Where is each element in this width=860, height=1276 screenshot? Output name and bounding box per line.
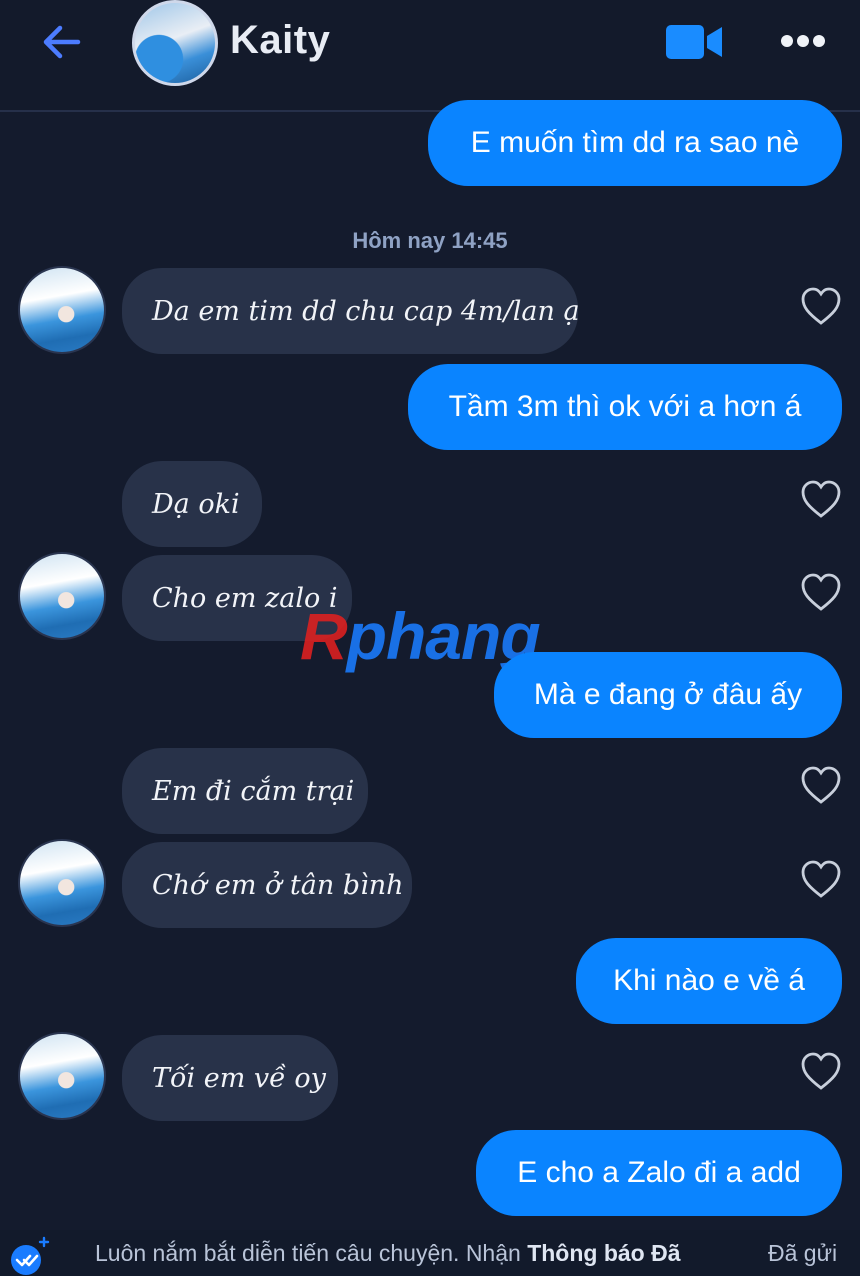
message-timestamp: Hôm nay 14:45	[352, 228, 508, 253]
contact-avatar[interactable]	[18, 266, 106, 354]
watermark-logo: Rphang	[300, 599, 541, 673]
outgoing-message-bubble[interactable]: Khi nào e về á	[576, 938, 842, 1024]
notification-prompt-label: Luôn nắm bắt diễn tiến câu chuyện. Nhận	[95, 1240, 521, 1266]
more-horizontal-icon[interactable]	[780, 30, 826, 52]
contact-avatar[interactable]	[18, 1032, 106, 1120]
incoming-message-bubble[interactable]: Tối em về oy	[122, 1035, 338, 1121]
heart-icon[interactable]	[800, 480, 842, 520]
sent-status-label: Đã gửi	[768, 1240, 838, 1266]
outgoing-message-bubble[interactable]: E cho a Zalo đi a add	[476, 1130, 842, 1216]
outgoing-message-bubble[interactable]: E muốn tìm dd ra sao nè	[428, 100, 842, 186]
heart-icon[interactable]	[800, 860, 842, 900]
video-camera-icon[interactable]	[664, 22, 724, 62]
incoming-message-bubble[interactable]: Dạ oki	[122, 461, 262, 547]
notification-prompt-text: Luôn nắm bắt diễn tiến câu chuyện. Nhận …	[95, 1240, 681, 1267]
heart-icon[interactable]	[800, 1052, 842, 1092]
outgoing-message-bubble[interactable]: Tầm 3m thì ok với a hơn á	[408, 364, 842, 450]
double-check-notification-icon	[11, 1236, 50, 1275]
chat-header: Kaity	[0, 0, 860, 112]
heart-icon[interactable]	[800, 287, 842, 327]
heart-icon[interactable]	[800, 573, 842, 613]
arrow-left-icon[interactable]	[40, 22, 84, 62]
enable-notifications-link[interactable]: Thông báo Đã	[527, 1240, 680, 1266]
contact-name[interactable]: Kaity	[230, 18, 330, 63]
incoming-message-bubble[interactable]: Chớ em ở tân bình	[122, 842, 412, 928]
heart-icon[interactable]	[800, 766, 842, 806]
contact-avatar[interactable]	[132, 0, 218, 86]
incoming-message-bubble[interactable]: Em đi cắm trại	[122, 748, 368, 834]
chat-screen: Kaity E muốn tìm dd ra sao nè Hôm nay 14…	[0, 0, 860, 1276]
contact-avatar[interactable]	[18, 552, 106, 640]
contact-avatar[interactable]	[18, 839, 106, 927]
incoming-message-bubble[interactable]: Da em tim dd chu cap 4m/lan ạ	[122, 268, 580, 354]
notification-banner: Luôn nắm bắt diễn tiến câu chuyện. Nhận …	[0, 1230, 860, 1276]
outgoing-message-bubble[interactable]: Mà e đang ở đâu ấy	[494, 652, 842, 738]
